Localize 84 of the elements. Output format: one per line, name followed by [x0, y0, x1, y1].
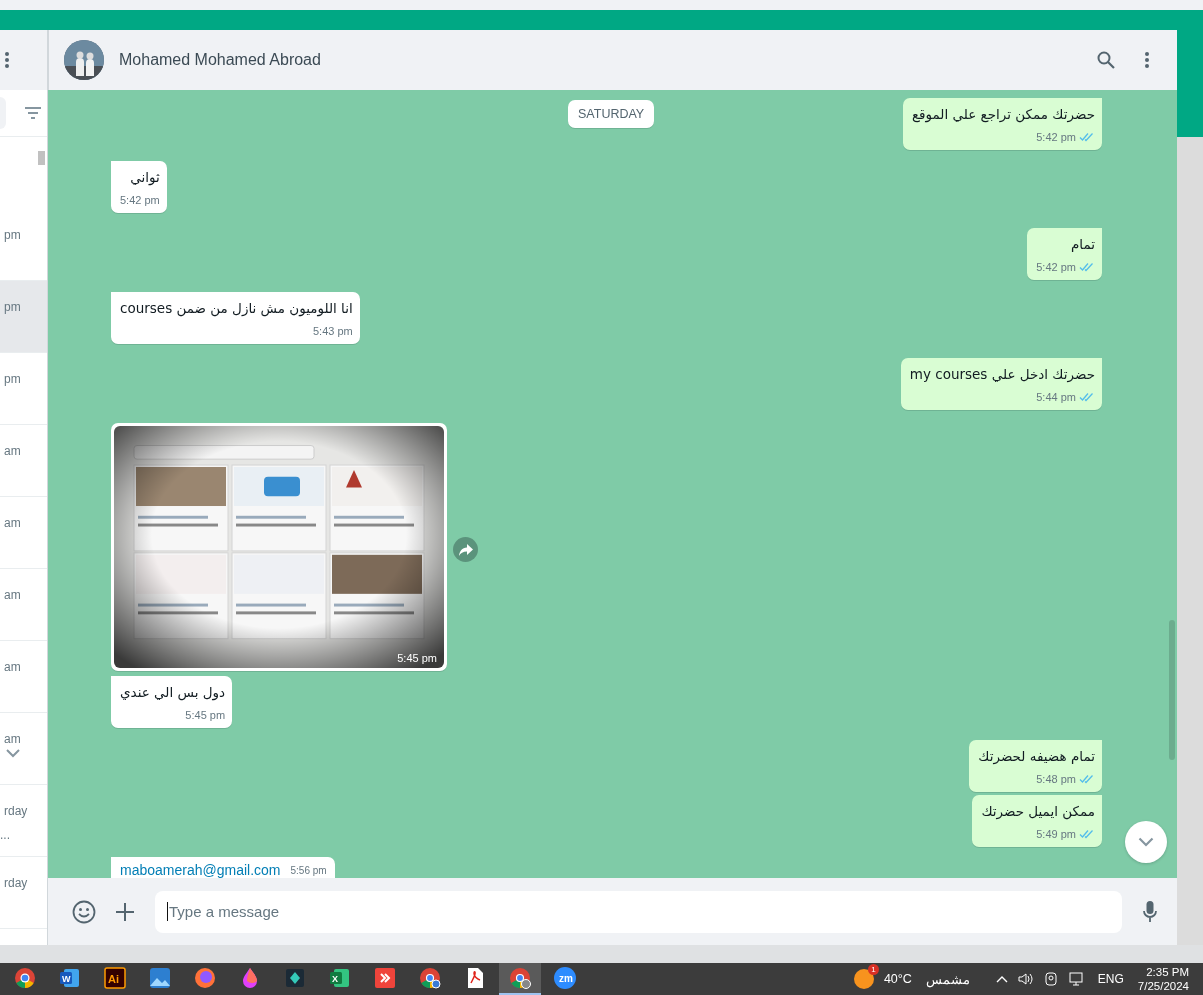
chat-time: am: [3, 443, 21, 459]
caret-up-icon[interactable]: [995, 975, 1008, 983]
message-text: حضرتك ممكن تراجع علي الموقع: [911, 105, 1095, 124]
chat-list-item[interactable]: am: [0, 641, 47, 713]
chat-time: am: [3, 659, 21, 675]
message-time: 5:43 pm: [313, 325, 353, 337]
weather-icon[interactable]: [853, 969, 874, 989]
document-icon: [58, 966, 82, 990]
chat-list-item[interactable]: rday: [0, 857, 47, 929]
chat-time: rday: [3, 875, 28, 891]
search-icon[interactable]: [1097, 51, 1115, 69]
chat-time: am: [3, 515, 21, 531]
language-indicator[interactable]: ENG: [1097, 972, 1124, 986]
chat-time: rday: [3, 803, 28, 819]
date-chip: SATURDAY: [568, 100, 655, 128]
chat-list-item[interactable]: rday ...: [0, 785, 47, 857]
microphone-icon[interactable]: [1143, 900, 1157, 923]
speaker-icon[interactable]: [1017, 972, 1034, 986]
video-call-icon: [553, 966, 577, 990]
taskbar-button[interactable]: zm: [544, 963, 586, 995]
chat-list-item[interactable]: am: [0, 569, 47, 641]
message-text: ممكن ايميل حضرتك: [981, 802, 1095, 821]
chat-time: pm: [3, 227, 21, 243]
network-icon[interactable]: [1067, 971, 1086, 987]
message-time: 5:42 pm: [1036, 261, 1076, 273]
emoji-icon[interactable]: [72, 899, 96, 924]
message-text: تمام هضيفه لحضرتك: [978, 747, 1095, 766]
message-text: انا اللوميون مش نازل من ضمن courses: [120, 299, 353, 318]
photo-icon: [148, 966, 172, 990]
chat-time: pm: [3, 299, 21, 315]
message-time: 5:56 pm: [290, 865, 327, 876]
filter-icon[interactable]: [25, 107, 41, 119]
taskbar-button[interactable]: [499, 963, 541, 995]
email-link[interactable]: maboamerah@gmail.com: [120, 862, 281, 878]
chat-time: am: [3, 587, 21, 603]
scrollbar-thumb[interactable]: [38, 151, 45, 165]
plus-icon[interactable]: [116, 902, 134, 921]
chat-time: am: [3, 731, 21, 747]
chevron-down-icon[interactable]: [6, 749, 20, 758]
scroll-down-button[interactable]: [1125, 821, 1167, 863]
message-text: ثواني: [129, 168, 160, 187]
avatar[interactable]: [64, 40, 104, 80]
message-time: 5:48 pm: [1036, 773, 1076, 785]
message-time: 5:44 pm: [1036, 391, 1076, 403]
taskbar-button[interactable]: X: [319, 963, 361, 995]
menu-icon[interactable]: [1145, 52, 1149, 68]
message-text: تمام: [1069, 235, 1095, 254]
message-time: 5:45 pm: [397, 652, 437, 664]
message-text: حضرتك ادخل علي my courses: [909, 365, 1095, 384]
taskbar-button[interactable]: Ai: [94, 963, 136, 995]
contact-name[interactable]: Mohamed Mohamed Abroad: [119, 51, 1097, 69]
fox-logo-icon: [193, 966, 217, 990]
chat-list-item[interactable]: pm: [0, 281, 47, 353]
forward-button[interactable]: [453, 537, 478, 562]
taskbar-button[interactable]: W: [49, 963, 91, 995]
ring-logo-icon: [13, 966, 37, 990]
notification-badge: 1: [867, 964, 879, 975]
chat-time: pm: [3, 371, 21, 387]
spreadsheet-icon: [328, 966, 352, 990]
design-app-icon: [103, 966, 127, 990]
chat-list-item[interactable]: pm: [0, 353, 47, 425]
message-text: دول بس الي عندي: [120, 683, 226, 702]
clock[interactable]: 2:35 PM 7/25/2024: [1137, 965, 1189, 993]
forward-icon: [458, 543, 473, 556]
camera-icon[interactable]: [1043, 971, 1058, 987]
chat-list-item[interactable]: am: [0, 497, 47, 569]
message-time: 5:45 pm: [185, 709, 226, 721]
temperature: 40°C: [883, 972, 912, 986]
weather-condition: مشمس: [925, 971, 970, 987]
scrollbar-thumb[interactable]: [1169, 620, 1175, 760]
menu-icon[interactable]: [5, 52, 9, 68]
chevron-down-icon: [1138, 837, 1154, 847]
remote-desktop-icon: [373, 966, 397, 990]
message-time: 5:42 pm: [1036, 131, 1076, 143]
message-input[interactable]: Type a message: [155, 890, 1122, 933]
chat-list-item[interactable]: am: [0, 713, 47, 785]
image-message[interactable]: 5:45 pm: [111, 423, 447, 671]
chat-list-item[interactable]: am: [0, 425, 47, 497]
message-time: 5:49 pm: [1036, 828, 1076, 840]
ring-logo-icon: [418, 966, 442, 990]
diamond-logo-icon: [283, 966, 307, 990]
message-time: 5:42 pm: [120, 194, 160, 206]
chat-preview: ...: [0, 827, 10, 843]
ring-logo-icon: [508, 966, 532, 990]
